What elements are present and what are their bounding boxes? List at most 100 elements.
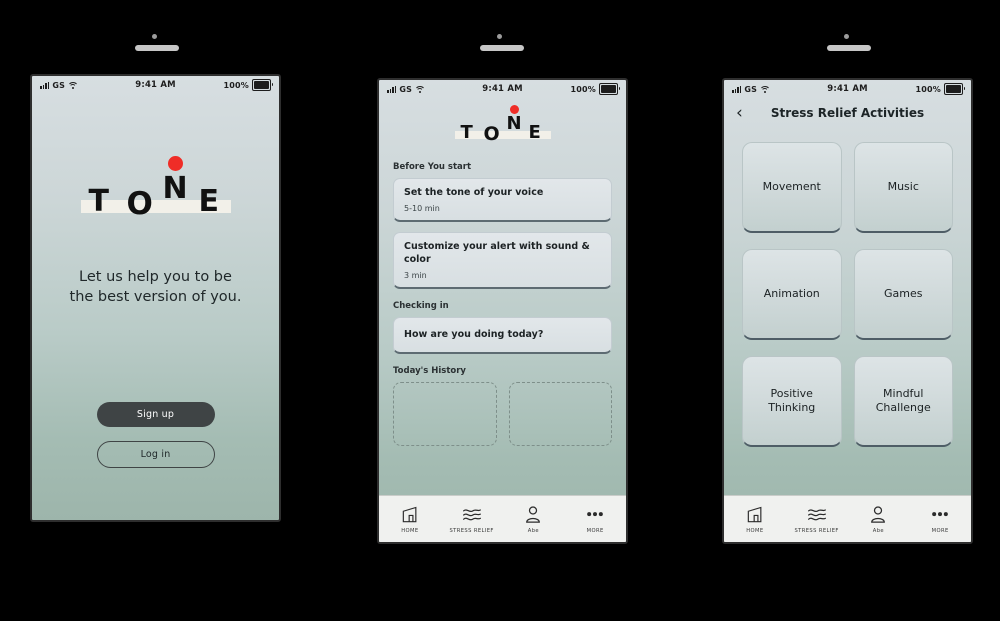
- tab-profile[interactable]: Abe: [848, 505, 910, 534]
- tab-label: MORE: [931, 527, 949, 534]
- battery-icon: [944, 83, 966, 95]
- status-bar-time: 9:41 AM: [482, 84, 523, 94]
- log-in-button[interactable]: Log in: [96, 441, 215, 468]
- tab-label: STRESS RELIEF: [449, 527, 494, 534]
- page-title: Stress Relief Activities: [770, 106, 925, 120]
- speaker-grille: [135, 45, 179, 51]
- status-bar-right: 100%: [523, 83, 621, 95]
- section-title-checking-in: Checking in: [393, 301, 449, 312]
- battery-percent-label: 100%: [223, 80, 250, 90]
- history-placeholder-2[interactable]: [508, 382, 612, 447]
- activity-tile-mindful-challenge[interactable]: Mindful Challenge: [853, 356, 953, 447]
- tab-label: HOME: [746, 527, 764, 534]
- tab-profile[interactable]: Abe: [503, 505, 565, 534]
- speaker-grille: [480, 45, 524, 51]
- tab-more[interactable]: MORE: [909, 505, 971, 534]
- camera-dot-icon: [497, 34, 502, 39]
- activity-tile-animation[interactable]: Animation: [742, 249, 842, 340]
- wifi-icon: [759, 85, 771, 93]
- waves-icon: [462, 508, 481, 520]
- red-dot-icon: [167, 156, 183, 171]
- ellipsis-icon: [587, 511, 603, 516]
- tagline-line-2: the best version of you.: [69, 288, 242, 305]
- tab-more[interactable]: MORE: [564, 505, 626, 534]
- section-title-todays-history: Today's History: [393, 366, 466, 377]
- signal-bars-icon: [40, 81, 50, 89]
- camera-dot-icon: [844, 34, 849, 39]
- card-duration: 5-10 min: [404, 204, 440, 214]
- waves-icon: [807, 508, 826, 520]
- logo-letter-t: T: [460, 122, 473, 143]
- card-title: Customize your alert with sound & color: [404, 241, 590, 265]
- home-icon: [747, 506, 762, 522]
- tone-logo: T O N E: [454, 104, 551, 150]
- tab-bar: HOME STRESS RELIEF Abe MORE: [379, 495, 626, 542]
- status-bar: GS 9:41 AM 100%: [32, 76, 279, 94]
- screenshot-stage: GS 9:41 AM 100% T O N E Let us help you …: [0, 0, 1000, 621]
- logo-letter-o: O: [483, 123, 500, 145]
- card-duration: 3 min: [404, 271, 427, 281]
- activities-grid: Movement Music Animation Games Positive …: [724, 128, 971, 495]
- status-bar-time: 9:41 AM: [135, 80, 176, 90]
- ellipsis-icon: [932, 511, 948, 516]
- tab-home[interactable]: HOME: [379, 505, 441, 534]
- activity-card-customize-alert[interactable]: Customize your alert with sound & color …: [393, 232, 612, 290]
- activity-card-set-tone[interactable]: Set the tone of your voice 5-10 min: [393, 178, 612, 223]
- tab-label: HOME: [401, 527, 419, 534]
- logo-letter-e: E: [528, 122, 541, 143]
- wifi-icon: [67, 81, 79, 89]
- section-title-before-you-start: Before You start: [393, 162, 472, 172]
- card-title: How are you doing today?: [404, 329, 544, 341]
- home-scroll-area[interactable]: Before You start Set the tone of your vo…: [379, 150, 626, 495]
- onboarding-body: T O N E Let us help you to be the best v…: [32, 94, 279, 520]
- logo-letter-e: E: [198, 184, 220, 219]
- logo-letter-t: T: [88, 184, 109, 219]
- tab-bar: HOME STRESS RELIEF Abe MORE: [724, 495, 971, 542]
- history-placeholder-row: [393, 382, 612, 447]
- tagline-line-1: Let us help you to be: [79, 269, 232, 285]
- signal-bars-icon: [732, 85, 742, 93]
- logo-letter-n: N: [506, 113, 522, 134]
- status-bar-right: 100%: [176, 79, 274, 91]
- card-title: Set the tone of your voice: [404, 187, 544, 198]
- status-bar-left: GS: [40, 81, 135, 90]
- signal-bars-icon: [387, 85, 397, 93]
- carrier-label: GS: [399, 84, 413, 94]
- home-icon: [402, 506, 417, 522]
- speaker-grille: [827, 45, 871, 51]
- person-icon: [526, 505, 541, 523]
- tab-label: Abe: [872, 527, 884, 534]
- status-bar-right: 100%: [868, 83, 966, 95]
- person-icon: [871, 505, 886, 523]
- battery-percent-label: 100%: [570, 84, 597, 94]
- sign-up-button[interactable]: Sign up: [96, 402, 215, 427]
- activity-tile-movement[interactable]: Movement: [742, 142, 842, 233]
- logo-letter-o: O: [126, 186, 153, 222]
- battery-percent-label: 100%: [915, 84, 942, 94]
- tone-logo: T O N E: [80, 152, 231, 232]
- status-bar-left: GS: [387, 85, 482, 94]
- checking-in-card[interactable]: How are you doing today?: [393, 317, 612, 355]
- tab-home[interactable]: HOME: [724, 505, 786, 534]
- activity-tile-music[interactable]: Music: [853, 142, 953, 233]
- camera-dot-icon: [152, 34, 157, 39]
- activity-tile-positive-thinking[interactable]: Positive Thinking: [742, 356, 842, 447]
- history-placeholder-1[interactable]: [393, 382, 497, 447]
- auth-buttons: Sign up Log in: [96, 402, 215, 468]
- tab-label: STRESS RELIEF: [794, 527, 839, 534]
- carrier-label: GS: [744, 84, 758, 94]
- battery-icon: [252, 79, 274, 91]
- back-button[interactable]: ‹: [736, 104, 743, 122]
- nav-bar: ‹ Stress Relief Activities: [724, 98, 971, 128]
- battery-icon: [599, 83, 621, 95]
- status-bar: GS 9:41 AM 100%: [379, 80, 626, 98]
- tab-label: MORE: [586, 527, 604, 534]
- tab-stress-relief[interactable]: STRESS RELIEF: [786, 505, 848, 534]
- screen-home: GS 9:41 AM 100% T O N E Before You start: [377, 78, 628, 544]
- activity-tile-games[interactable]: Games: [853, 249, 953, 340]
- tab-stress-relief[interactable]: STRESS RELIEF: [441, 505, 503, 534]
- status-bar-left: GS: [732, 85, 827, 94]
- tab-label: Abe: [527, 527, 539, 534]
- logo-letter-n: N: [162, 171, 188, 206]
- screen-onboarding: GS 9:41 AM 100% T O N E Let us help you …: [30, 74, 281, 522]
